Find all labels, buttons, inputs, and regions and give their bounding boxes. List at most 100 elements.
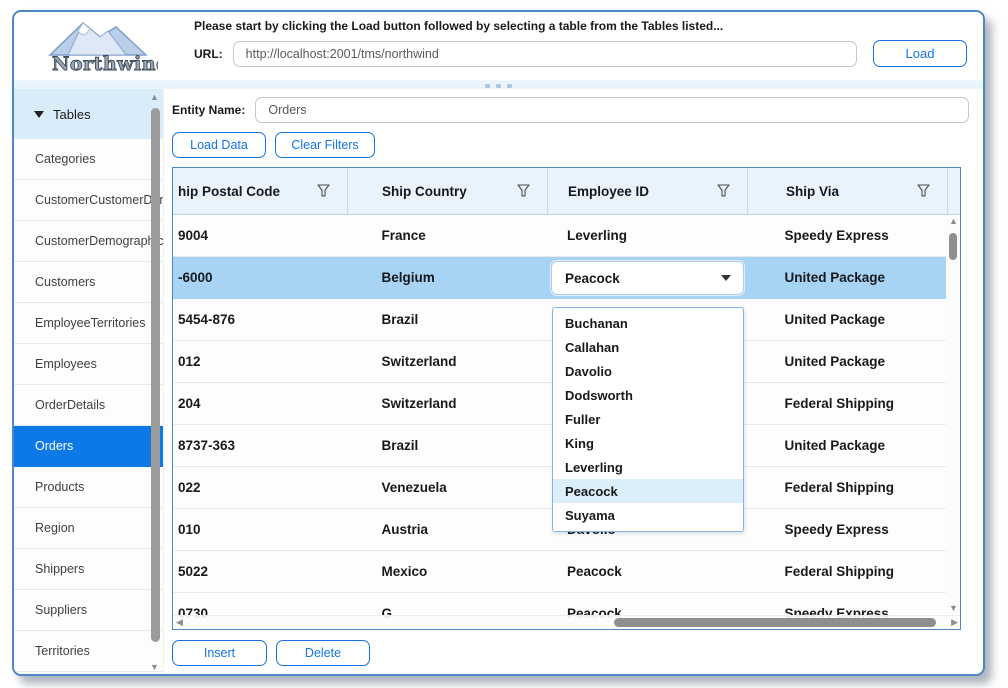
cell: Speedy Express: [746, 215, 946, 256]
url-input[interactable]: [233, 41, 857, 67]
sidebar-item-region[interactable]: Region: [14, 508, 163, 549]
chevron-down-icon: [721, 275, 731, 281]
insert-button[interactable]: Insert: [172, 640, 267, 666]
funnel-icon[interactable]: [717, 184, 730, 197]
entity-name-input[interactable]: [255, 97, 969, 123]
splitter-bar[interactable]: [14, 80, 983, 89]
cell: Speedy Express: [746, 509, 946, 550]
app-window: Northwind Please start by clicking the L…: [12, 10, 985, 676]
tables-list: CategoriesCustomerCustomerDemoCustomerDe…: [14, 139, 163, 672]
cell: Brazil: [348, 299, 548, 340]
cell: Switzerland: [348, 341, 548, 382]
column-header-label: Employee ID: [568, 184, 649, 199]
sidebar-item-categories[interactable]: Categories: [14, 139, 163, 180]
cell: Federal Shipping: [746, 551, 946, 592]
svg-text:Northwind: Northwind: [52, 53, 158, 75]
cell: 5454-876: [173, 299, 348, 340]
cell: -6000: [173, 257, 348, 298]
scroll-right-icon[interactable]: ▶: [951, 618, 958, 627]
dropdown-option-davolio[interactable]: Davolio: [553, 359, 743, 383]
grid-horizontal-scrollbar[interactable]: ◀ ▶: [173, 615, 960, 629]
funnel-icon[interactable]: [317, 184, 330, 197]
cell: Peacock: [547, 551, 746, 592]
funnel-icon[interactable]: [517, 184, 530, 197]
cell: Mexico: [348, 551, 548, 592]
sidebar-item-customers[interactable]: Customers: [14, 262, 163, 303]
cell: Belgium: [348, 257, 548, 298]
cell: United Package: [746, 341, 946, 382]
sidebar-item-products[interactable]: Products: [14, 467, 163, 508]
cell: 012: [173, 341, 348, 382]
column-header-ship-via[interactable]: Ship Via: [748, 168, 948, 214]
column-header-hip-postal-code[interactable]: hip Postal Code: [173, 168, 348, 214]
scroll-up-icon[interactable]: ▲: [949, 217, 958, 226]
cell: Brazil: [348, 425, 548, 466]
sidebar-item-employeeterritories[interactable]: EmployeeTerritories: [14, 303, 163, 344]
sidebar-item-employees[interactable]: Employees: [14, 344, 163, 385]
cell: Austria: [348, 509, 548, 550]
scroll-down-icon[interactable]: ▼: [949, 604, 958, 613]
cell: Switzerland: [348, 383, 548, 424]
scroll-down-icon[interactable]: ▼: [150, 663, 159, 672]
sidebar-item-shippers[interactable]: Shippers: [14, 549, 163, 590]
splitter-grip-icon: [482, 84, 516, 88]
mountain-logo-icon: Northwind: [38, 17, 158, 75]
table-row[interactable]: 5022MexicoPeacockFederal Shipping: [173, 551, 946, 593]
scroll-left-icon[interactable]: ◀: [176, 618, 183, 627]
dropdown-option-fuller[interactable]: Fuller: [553, 407, 743, 431]
sidebar-scroll-thumb[interactable]: [151, 108, 160, 642]
data-grid: hip Postal Code Ship Country Employee ID Sh…: [172, 167, 961, 630]
delete-button[interactable]: Delete: [276, 640, 370, 666]
cell: United Package: [746, 299, 946, 340]
top-header: Northwind Please start by clicking the L…: [14, 12, 983, 80]
load-button[interactable]: Load: [873, 40, 967, 67]
funnel-icon[interactable]: [917, 184, 930, 197]
main-panel: Entity Name: Load Data Clear Filters hip…: [164, 89, 983, 676]
cell: Federal Shipping: [746, 467, 946, 508]
cell: 022: [173, 467, 348, 508]
sidebar-item-customercustomerdemo[interactable]: CustomerCustomerDemo: [14, 180, 163, 221]
cell: 5022: [173, 551, 348, 592]
dropdown-option-dodsworth[interactable]: Dodsworth: [553, 383, 743, 407]
sidebar-scrollbar[interactable]: ▲ ▼: [149, 93, 162, 672]
dropdown-option-buchanan[interactable]: Buchanan: [553, 311, 743, 335]
sidebar-item-orderdetails[interactable]: OrderDetails: [14, 385, 163, 426]
cell: Leverling: [547, 215, 746, 256]
column-header-label: Ship Country: [382, 184, 467, 199]
employee-dropdown-list: BuchananCallahanDavolioDodsworthFullerKi…: [552, 307, 744, 532]
column-header-label: hip Postal Code: [178, 184, 280, 199]
table-row[interactable]: 9004FranceLeverlingSpeedy Express: [173, 215, 946, 257]
northwind-logo: Northwind: [14, 12, 182, 80]
grid-vertical-scrollbar[interactable]: ▲ ▼: [946, 216, 960, 614]
dropdown-option-peacock[interactable]: Peacock: [553, 479, 743, 503]
employee-combobox[interactable]: Peacock: [551, 261, 744, 295]
sidebar-item-suppliers[interactable]: Suppliers: [14, 590, 163, 631]
cell: United Package: [746, 257, 946, 298]
scroll-up-icon[interactable]: ▲: [150, 93, 159, 102]
dropdown-option-suyama[interactable]: Suyama: [553, 503, 743, 527]
grid-vscroll-thumb[interactable]: [949, 233, 957, 260]
clear-filters-button[interactable]: Clear Filters: [275, 132, 375, 158]
column-header-ship-country[interactable]: Ship Country: [348, 168, 548, 214]
column-header-employee-id[interactable]: Employee ID: [548, 168, 748, 214]
url-label: URL:: [194, 47, 223, 61]
cell: United Package: [746, 425, 946, 466]
entity-name-label: Entity Name:: [172, 103, 245, 117]
cell: Venezuela: [348, 467, 548, 508]
tables-sidebar: Tables CategoriesCustomerCustomerDemoCus…: [14, 89, 164, 676]
cell: Federal Shipping: [746, 383, 946, 424]
load-data-button[interactable]: Load Data: [172, 132, 266, 158]
grid-header-row: hip Postal Code Ship Country Employee ID Sh…: [173, 168, 960, 215]
column-header-filler: [948, 168, 960, 214]
sidebar-item-territories[interactable]: Territories: [14, 631, 163, 672]
dropdown-option-leverling[interactable]: Leverling: [553, 455, 743, 479]
dropdown-option-king[interactable]: King: [553, 431, 743, 455]
tables-header[interactable]: Tables: [14, 89, 163, 139]
sidebar-item-customerdemographics[interactable]: CustomerDemographics: [14, 221, 163, 262]
sidebar-item-orders[interactable]: Orders: [14, 426, 163, 467]
column-header-label: Ship Via: [786, 184, 839, 199]
grid-hscroll-thumb[interactable]: [614, 618, 936, 627]
employee-combobox-value: Peacock: [565, 271, 620, 286]
cell: 9004: [173, 215, 348, 256]
dropdown-option-callahan[interactable]: Callahan: [553, 335, 743, 359]
